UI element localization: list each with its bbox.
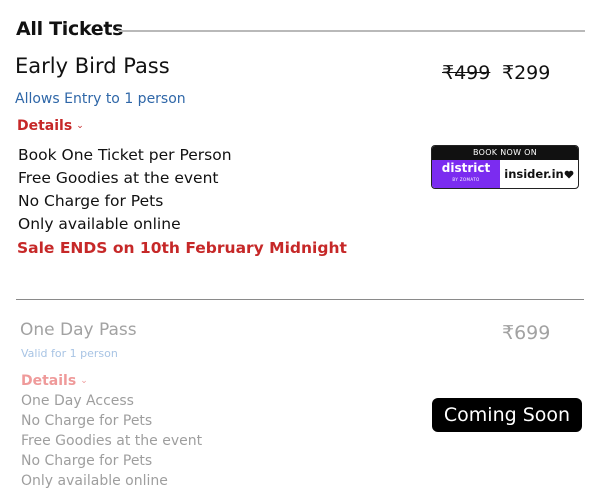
early-bird-details-toggle[interactable]: Details ⌄ bbox=[17, 118, 84, 134]
details-label: Details bbox=[17, 118, 73, 134]
early-bird-old-price: ₹499 bbox=[442, 62, 491, 84]
heart-icon bbox=[564, 170, 574, 178]
early-bird-title: Early Bird Pass bbox=[15, 54, 170, 78]
chevron-down-icon: ⌄ bbox=[76, 121, 84, 131]
chevron-down-icon: ⌄ bbox=[80, 376, 88, 386]
early-bird-price: ₹299 bbox=[502, 62, 551, 84]
feature-item: One Day Access bbox=[21, 393, 134, 409]
feature-item: Book One Ticket per Person bbox=[18, 146, 232, 164]
details-label: Details bbox=[21, 373, 77, 389]
district-logo: district BY ZOMATO bbox=[432, 160, 500, 188]
one-day-price: ₹699 bbox=[502, 322, 551, 344]
feature-item: No Charge for Pets bbox=[18, 192, 164, 210]
feature-item: Free Goodies at the event bbox=[21, 433, 203, 449]
early-bird-entry-info: Allows Entry to 1 person bbox=[15, 91, 186, 107]
feature-item: Only available online bbox=[18, 215, 181, 233]
one-day-features: One Day Access No Charge for Pets Free G… bbox=[21, 391, 202, 491]
feature-item: Free Goodies at the event bbox=[18, 169, 219, 187]
insider-logo: insider.in bbox=[500, 160, 578, 188]
coming-soon-button[interactable]: Coming Soon bbox=[432, 398, 582, 432]
district-logo-text: district bbox=[441, 161, 491, 175]
insider-logo-text: insider.in bbox=[504, 167, 564, 181]
early-bird-features: Book One Ticket per Person Free Goodies … bbox=[18, 144, 232, 236]
one-day-details-toggle[interactable]: Details ⌄ bbox=[21, 373, 88, 389]
book-now-label: BOOK NOW ON bbox=[432, 146, 578, 160]
sale-ends-note: Sale ENDS on 10th February Midnight bbox=[17, 239, 347, 257]
feature-item: No Charge for Pets bbox=[21, 413, 153, 429]
one-day-title: One Day Pass bbox=[20, 320, 137, 340]
feature-item: Only available online bbox=[21, 473, 168, 489]
section-title: All Tickets bbox=[16, 18, 124, 40]
book-now-badge[interactable]: BOOK NOW ON district BY ZOMATO insider.i… bbox=[431, 145, 579, 189]
district-logo-subtext: BY ZOMATO bbox=[452, 177, 480, 182]
section-title-divider bbox=[118, 30, 585, 32]
feature-item: No Charge for Pets bbox=[21, 453, 153, 469]
one-day-entry-info: Valid for 1 person bbox=[21, 347, 118, 360]
ticket-divider bbox=[16, 299, 584, 300]
